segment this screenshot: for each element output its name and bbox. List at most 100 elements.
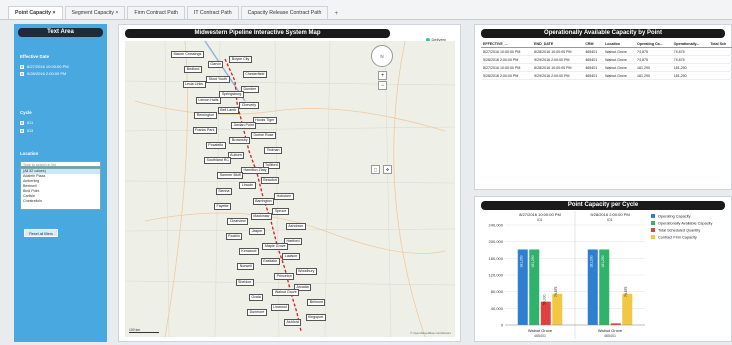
map-city-label[interactable]: Dorine Rose bbox=[250, 131, 276, 139]
table-row[interactable]: 8/27/2016 10:00:00 PM 8/28/2016 10:00:00 … bbox=[481, 47, 732, 56]
y-tick-label: 40,000 bbox=[491, 306, 504, 311]
map-city-label[interactable]: Jasper bbox=[249, 227, 265, 235]
tab-label: IT Contract Path bbox=[193, 10, 232, 16]
map-city-label[interactable]: Walnut Grove bbox=[272, 288, 300, 296]
map-select-tool-icon[interactable]: ▢ bbox=[371, 165, 380, 174]
legend-swatch bbox=[651, 228, 655, 232]
map-city-label[interactable]: Spruce bbox=[272, 207, 289, 215]
map-city-label[interactable]: Hoboken bbox=[274, 192, 294, 200]
table-row[interactable]: 9/28/2016 2:00:00 PM 9/29/2016 2:00:00 PM… bbox=[481, 71, 732, 80]
checkbox-icon[interactable] bbox=[20, 71, 24, 76]
map-city-label[interactable]: Mackinaw bbox=[250, 212, 272, 220]
effective-date-label: Effective Date bbox=[20, 54, 50, 59]
map-city-label[interactable]: Lincoln bbox=[239, 182, 256, 190]
map-city-label[interactable]: Rocklin bbox=[225, 233, 243, 241]
map-pan-tool-icon[interactable]: ✥ bbox=[383, 165, 392, 174]
location-search-input[interactable]: Type to search in list bbox=[20, 161, 101, 167]
filter-panel-title: Text Area bbox=[18, 28, 103, 37]
map-city-label[interactable]: Garvin bbox=[207, 61, 224, 69]
map-city-label[interactable]: Linwood bbox=[270, 303, 290, 311]
location-listbox[interactable]: (All 52 values) Adaleth Plaza Amberling Bee… bbox=[20, 168, 101, 210]
map-city-label[interactable]: Lemon Halls bbox=[195, 96, 221, 104]
map-city-label[interactable]: Boyne City bbox=[229, 56, 252, 64]
tab-it-contract-path[interactable]: IT Contract Path bbox=[186, 6, 239, 19]
checkbox-icon[interactable] bbox=[20, 128, 24, 133]
legend-label: Contract Firm Capacity bbox=[658, 236, 697, 240]
map-city-label[interactable]: Chesterfield bbox=[242, 71, 267, 79]
tab-capacity-release-contract-path[interactable]: Capacity Release Contract Path bbox=[240, 6, 329, 19]
map-navigation-control[interactable]: N bbox=[371, 45, 393, 67]
table-row[interactable]: 8/27/2016 10:00:00 PM 8/28/2016 10:00:00 … bbox=[481, 63, 732, 72]
cycle-option[interactable]: ID3 bbox=[20, 128, 33, 133]
map-title: Midwestern Pipeline Interactive System M… bbox=[125, 29, 390, 38]
map-city-label[interactable]: Tedman bbox=[264, 147, 283, 155]
map-city-label[interactable]: Stout Youth bbox=[206, 76, 230, 84]
table-cell: Walnut Grove bbox=[603, 71, 636, 80]
tab-firm-contract-path[interactable]: Firm Contract Path bbox=[127, 6, 185, 19]
table-cell: 9/29/2016 2:00:00 PM bbox=[532, 71, 584, 80]
tab-label: Firm Contract Path bbox=[134, 10, 178, 16]
filter-panel: Text Area Effective Date 8/27/2016 10:00… bbox=[14, 24, 107, 342]
table-cell: 9/28/2016 2:00:00 PM bbox=[481, 55, 533, 64]
location-list-item[interactable]: Chestrelloin bbox=[21, 199, 100, 204]
capacity-table: EFFECTIVE_... END_DATE CRM Location Operatin… bbox=[481, 41, 732, 80]
map-city-label[interactable]: Sheldon bbox=[235, 278, 254, 286]
map-city-label[interactable]: Cheverly bbox=[239, 101, 259, 109]
checkbox-icon[interactable] bbox=[20, 64, 24, 69]
map-city-label[interactable]: Kingsport bbox=[305, 313, 326, 321]
cycle-option[interactable]: ID1 bbox=[20, 120, 33, 125]
map-city-label[interactable]: Sumner Bluff bbox=[217, 172, 244, 180]
zoom-in-button[interactable]: + bbox=[378, 71, 387, 80]
tab-segment-capacity[interactable]: Segment Capacity × bbox=[64, 6, 126, 19]
location-label: Location bbox=[20, 151, 39, 156]
map-city-label[interactable]: Franks Park bbox=[192, 126, 217, 134]
tab-point-capacity[interactable]: Point Capacity × bbox=[8, 6, 63, 19]
reset-filters-button[interactable]: Reset all filters bbox=[24, 229, 58, 237]
map-city-label[interactable]: Beaufort bbox=[260, 177, 280, 185]
map-city-label[interactable]: Southland RC bbox=[204, 157, 232, 165]
map-city-label[interactable]: Dunmore bbox=[247, 308, 267, 316]
close-icon[interactable]: × bbox=[114, 10, 118, 16]
map-city-label[interactable]: Fayette bbox=[214, 202, 232, 210]
add-tab-button[interactable]: + bbox=[330, 9, 342, 19]
map-city-label[interactable]: Hamilton Zlaty bbox=[240, 167, 269, 175]
map-city-label[interactable]: Barrington bbox=[252, 197, 275, 205]
map-city-label[interactable]: Norwell bbox=[237, 263, 255, 271]
point-capacity-chart-panel: Point Capacity per Cycle 0 40,000 80,000 12… bbox=[474, 196, 732, 342]
map-city-label[interactable]: Brownsby bbox=[229, 136, 251, 144]
table-row[interactable]: 9/28/2016 2:00:00 PM 9/29/2016 2:00:00 PM… bbox=[481, 55, 732, 64]
bar-data-label: 74,875 bbox=[554, 287, 558, 297]
map-city-label[interactable]: Springsburg bbox=[219, 91, 244, 99]
map-city-label[interactable]: Hooks Tiger bbox=[252, 116, 277, 124]
zoom-out-button[interactable]: − bbox=[378, 81, 387, 90]
map-city-label[interactable]: Bell Lamb bbox=[217, 106, 239, 114]
map-city-label[interactable]: Macon Crossings bbox=[171, 51, 204, 58]
bar-data-label: 181,290 bbox=[590, 255, 594, 267]
map-city-label[interactable]: Woodbury bbox=[295, 268, 317, 276]
map-city-label[interactable]: Remington bbox=[194, 111, 217, 119]
map-city-label[interactable]: Ashford bbox=[284, 319, 302, 326]
y-tick-label: 200,000 bbox=[489, 239, 504, 244]
chart-bar bbox=[552, 293, 563, 325]
table-cell: 74,875 bbox=[671, 55, 709, 64]
map-city-label[interactable]: Clearview bbox=[227, 217, 249, 225]
map-city-label[interactable]: Pocatello bbox=[205, 142, 226, 150]
map-city-label[interactable]: Maple Grove bbox=[262, 243, 289, 251]
effective-date-option[interactable]: 8/27/2016 10:00:00 PM bbox=[20, 64, 69, 69]
map-city-label[interactable]: Sienna bbox=[215, 187, 232, 195]
map-city-label[interactable]: Lecia Links bbox=[182, 81, 206, 89]
effective-date-option[interactable]: 9/28/2016 2:00:00 PM bbox=[20, 71, 66, 76]
checkbox-icon[interactable] bbox=[20, 120, 24, 125]
map-city-label[interactable]: Lawson bbox=[282, 253, 300, 261]
map-canvas[interactable]: N + − ▢ ✥ 100 km © OpenStreetMap contrib… bbox=[125, 41, 455, 337]
map-city-label[interactable]: Eastlake bbox=[260, 258, 280, 266]
map-city-label[interactable]: Princeton bbox=[274, 273, 295, 281]
map-city-label[interactable]: Jordan Point bbox=[231, 121, 257, 129]
map-city-label[interactable]: Kenwood bbox=[238, 248, 259, 256]
map-city-label[interactable]: Ocala bbox=[248, 293, 264, 301]
close-icon[interactable]: × bbox=[51, 10, 55, 16]
map-city-label[interactable]: Ashdown bbox=[285, 222, 306, 230]
map-city-label[interactable]: Belmont bbox=[307, 298, 326, 306]
map-city-label[interactable]: Bedford bbox=[184, 66, 202, 74]
x-category-code: 465401 bbox=[534, 334, 546, 338]
